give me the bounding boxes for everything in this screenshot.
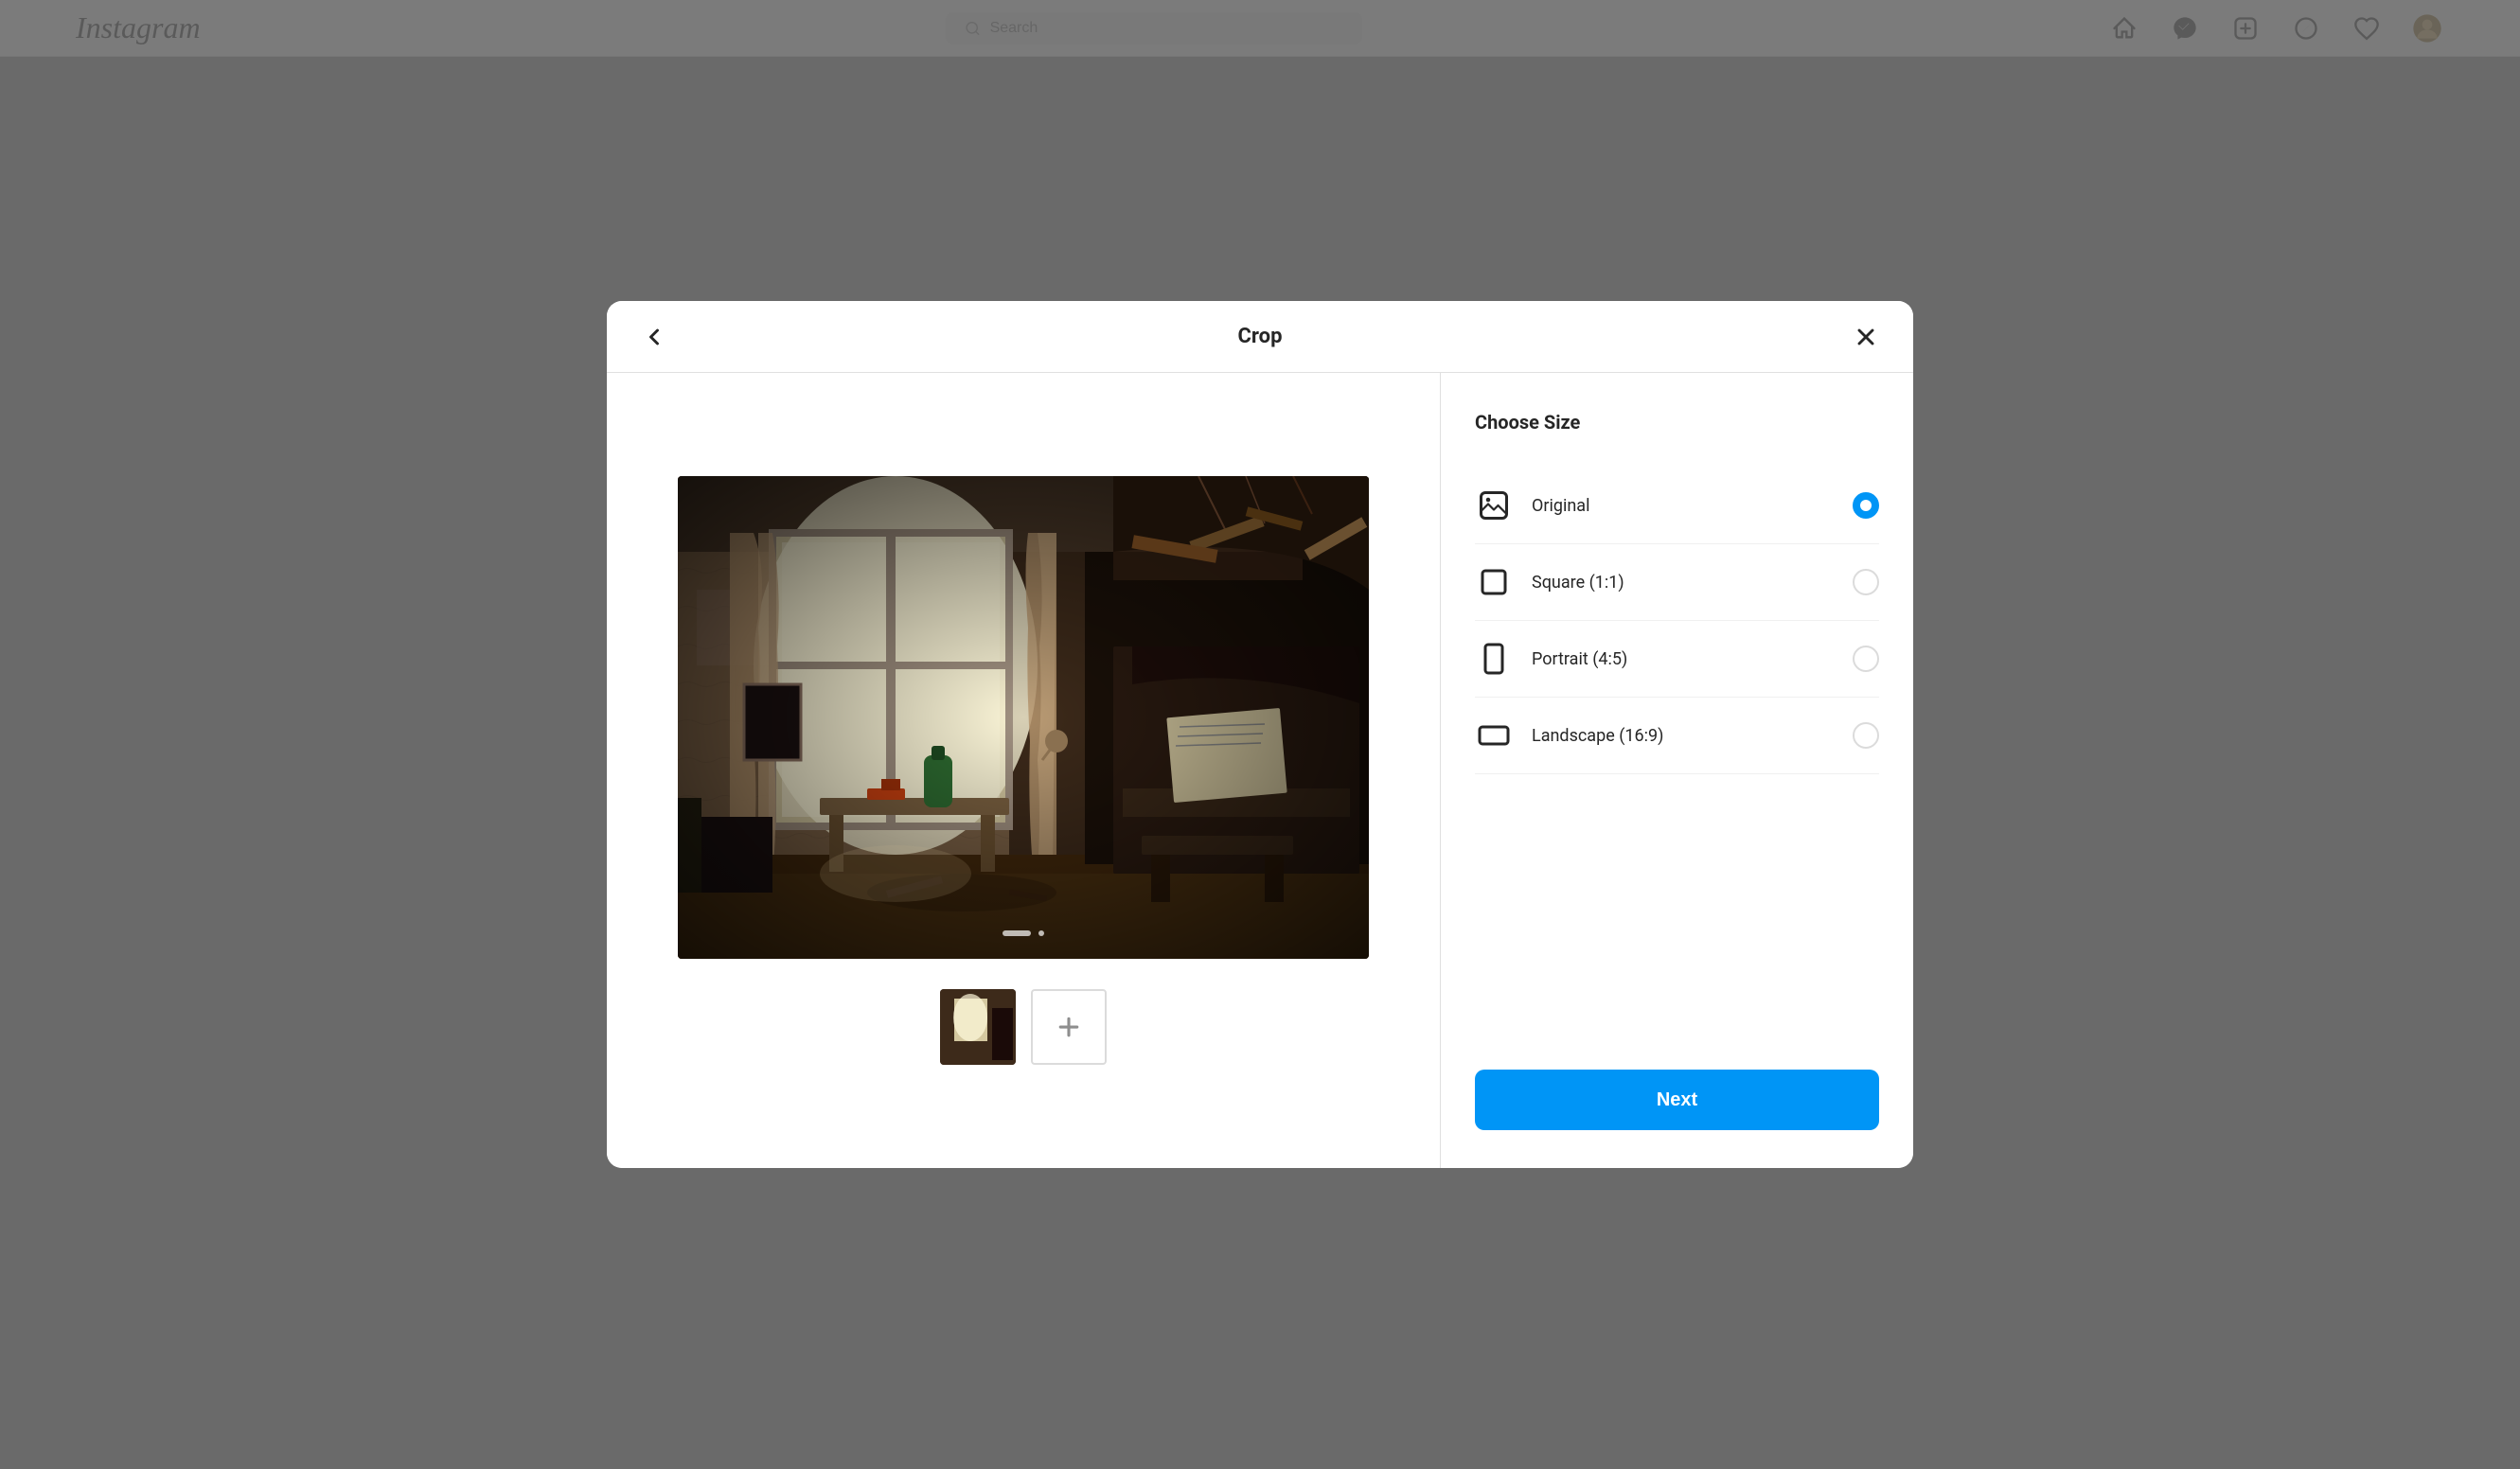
slider-dot-active — [1003, 930, 1031, 936]
options-panel: Choose Size Original — [1440, 373, 1913, 1168]
next-button[interactable]: Next — [1475, 1070, 1879, 1130]
size-option-portrait-left: Portrait (4:5) — [1475, 640, 1627, 678]
main-image-container — [678, 476, 1369, 959]
size-option-landscape[interactable]: Landscape (16:9) — [1475, 698, 1879, 774]
landscape-radio[interactable] — [1853, 722, 1879, 749]
original-icon — [1475, 487, 1513, 524]
size-option-portrait[interactable]: Portrait (4:5) — [1475, 621, 1879, 698]
square-label: Square (1:1) — [1532, 573, 1624, 593]
thumbnail-item[interactable] — [940, 989, 1016, 1065]
size-option-original[interactable]: Original — [1475, 468, 1879, 544]
original-label: Original — [1532, 496, 1589, 516]
size-option-original-left: Original — [1475, 487, 1589, 524]
slider-indicator — [1003, 930, 1044, 936]
room-image — [678, 476, 1369, 959]
size-option-square[interactable]: Square (1:1) — [1475, 544, 1879, 621]
landscape-icon — [1475, 717, 1513, 754]
thumbnail-strip — [940, 989, 1107, 1065]
close-button[interactable] — [1853, 324, 1879, 350]
modal-body: Choose Size Original — [607, 373, 1913, 1168]
square-icon — [1475, 563, 1513, 601]
landscape-label: Landscape (16:9) — [1532, 726, 1663, 746]
modal-title: Crop — [1238, 325, 1283, 348]
image-panel — [607, 373, 1440, 1168]
crop-modal: Crop — [607, 301, 1913, 1168]
portrait-radio[interactable] — [1853, 646, 1879, 672]
size-option-landscape-left: Landscape (16:9) — [1475, 717, 1663, 754]
add-photo-button[interactable] — [1031, 989, 1107, 1065]
square-radio[interactable] — [1853, 569, 1879, 595]
size-option-square-left: Square (1:1) — [1475, 563, 1624, 601]
original-radio[interactable] — [1853, 492, 1879, 519]
choose-size-title: Choose Size — [1475, 411, 1879, 434]
back-button[interactable] — [641, 324, 667, 350]
modal-header: Crop — [607, 301, 1913, 373]
portrait-label: Portrait (4:5) — [1532, 649, 1627, 669]
slider-dot-inactive — [1038, 930, 1044, 936]
portrait-icon — [1475, 640, 1513, 678]
